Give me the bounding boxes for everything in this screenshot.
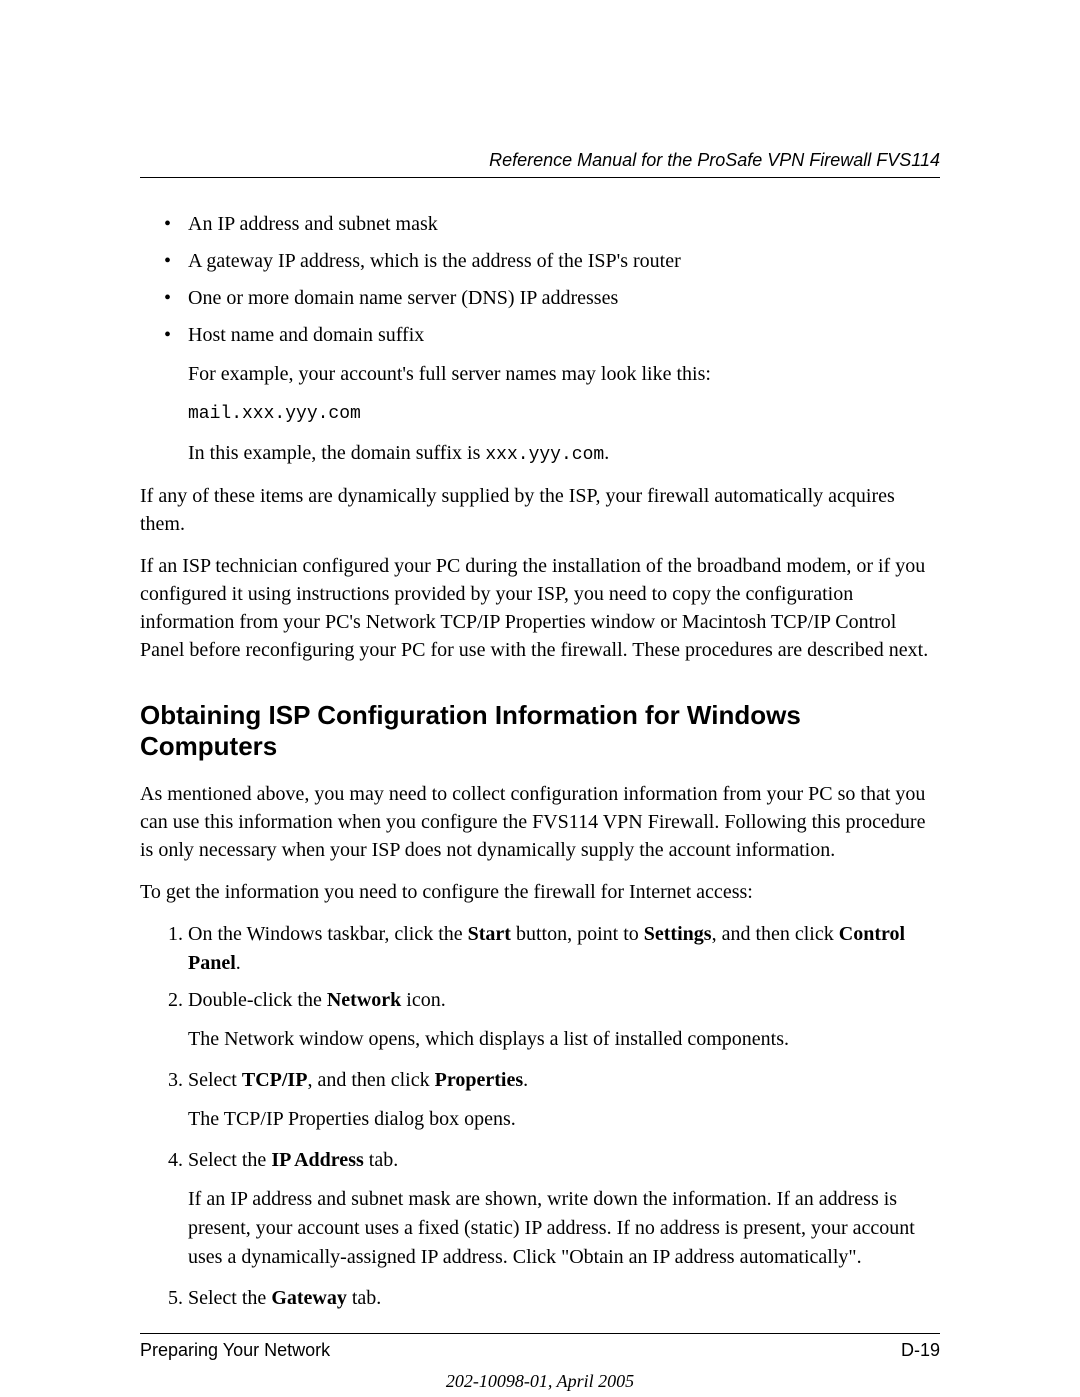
footer-docnum: 202-10098-01, April 2005 bbox=[140, 1371, 940, 1392]
bullet-text: Host name and domain suffix bbox=[188, 324, 424, 346]
step-item: Select the Gateway tab. bbox=[188, 1284, 940, 1313]
step-sub: The TCP/IP Properties dialog box opens. bbox=[188, 1105, 940, 1134]
ui-term: Settings bbox=[644, 923, 712, 945]
step-item: On the Windows taskbar, click the Start … bbox=[188, 920, 940, 978]
footer-row: Preparing Your Network D-19 bbox=[140, 1334, 940, 1361]
text: Double-click the bbox=[188, 989, 327, 1011]
example-explain: In this example, the domain suffix is xx… bbox=[188, 439, 940, 468]
ui-term: Gateway bbox=[271, 1287, 347, 1309]
footer-page-number: D-19 bbox=[901, 1340, 940, 1361]
section-intro: As mentioned above, you may need to coll… bbox=[140, 780, 940, 864]
text: icon. bbox=[401, 989, 445, 1011]
text: button, point to bbox=[511, 923, 644, 945]
text: . bbox=[523, 1069, 528, 1091]
step-sub: If an IP address and subnet mask are sho… bbox=[188, 1185, 940, 1272]
paragraph: If any of these items are dynamically su… bbox=[140, 482, 940, 538]
bullet-item: An IP address and subnet mask bbox=[188, 210, 940, 239]
text: , and then click bbox=[712, 923, 839, 945]
ui-term: Start bbox=[468, 923, 511, 945]
text: , and then click bbox=[307, 1069, 434, 1091]
bullet-list: An IP address and subnet mask A gateway … bbox=[140, 210, 940, 468]
ui-term: Properties bbox=[435, 1069, 524, 1091]
step-item: Double-click the Network icon. The Netwo… bbox=[188, 986, 940, 1054]
text: tab. bbox=[347, 1287, 381, 1309]
ui-term: Network bbox=[327, 989, 401, 1011]
text: . bbox=[236, 952, 241, 974]
running-header: Reference Manual for the ProSafe VPN Fir… bbox=[140, 150, 940, 178]
document-page: Reference Manual for the ProSafe VPN Fir… bbox=[0, 0, 1080, 1397]
example-intro: For example, your account's full server … bbox=[188, 360, 940, 389]
bullet-item: One or more domain name server (DNS) IP … bbox=[188, 284, 940, 313]
paragraph: If an ISP technician configured your PC … bbox=[140, 552, 940, 664]
text: In this example, the domain suffix is bbox=[188, 442, 485, 464]
text: Select the bbox=[188, 1287, 271, 1309]
text: Select the bbox=[188, 1149, 271, 1171]
ordered-steps: On the Windows taskbar, click the Start … bbox=[140, 920, 940, 1313]
step-sub: The Network window opens, which displays… bbox=[188, 1025, 940, 1054]
text: tab. bbox=[364, 1149, 398, 1171]
step-item: Select the IP Address tab. If an IP addr… bbox=[188, 1146, 940, 1272]
step-item: Select TCP/IP, and then click Properties… bbox=[188, 1066, 940, 1134]
bullet-item: A gateway IP address, which is the addre… bbox=[188, 247, 940, 276]
footer-section: Preparing Your Network bbox=[140, 1340, 330, 1361]
section-lead: To get the information you need to confi… bbox=[140, 878, 940, 906]
text: Select bbox=[188, 1069, 242, 1091]
section-heading: Obtaining ISP Configuration Information … bbox=[140, 700, 940, 762]
bullet-item: Host name and domain suffix For example,… bbox=[188, 321, 940, 468]
text: . bbox=[604, 442, 609, 464]
code-inline: xxx.yyy.com bbox=[485, 445, 604, 465]
text: On the Windows taskbar, click the bbox=[188, 923, 468, 945]
ui-term: IP Address bbox=[271, 1149, 363, 1171]
example-code: mail.xxx.yyy.com bbox=[188, 401, 940, 427]
ui-term: TCP/IP bbox=[242, 1069, 308, 1091]
